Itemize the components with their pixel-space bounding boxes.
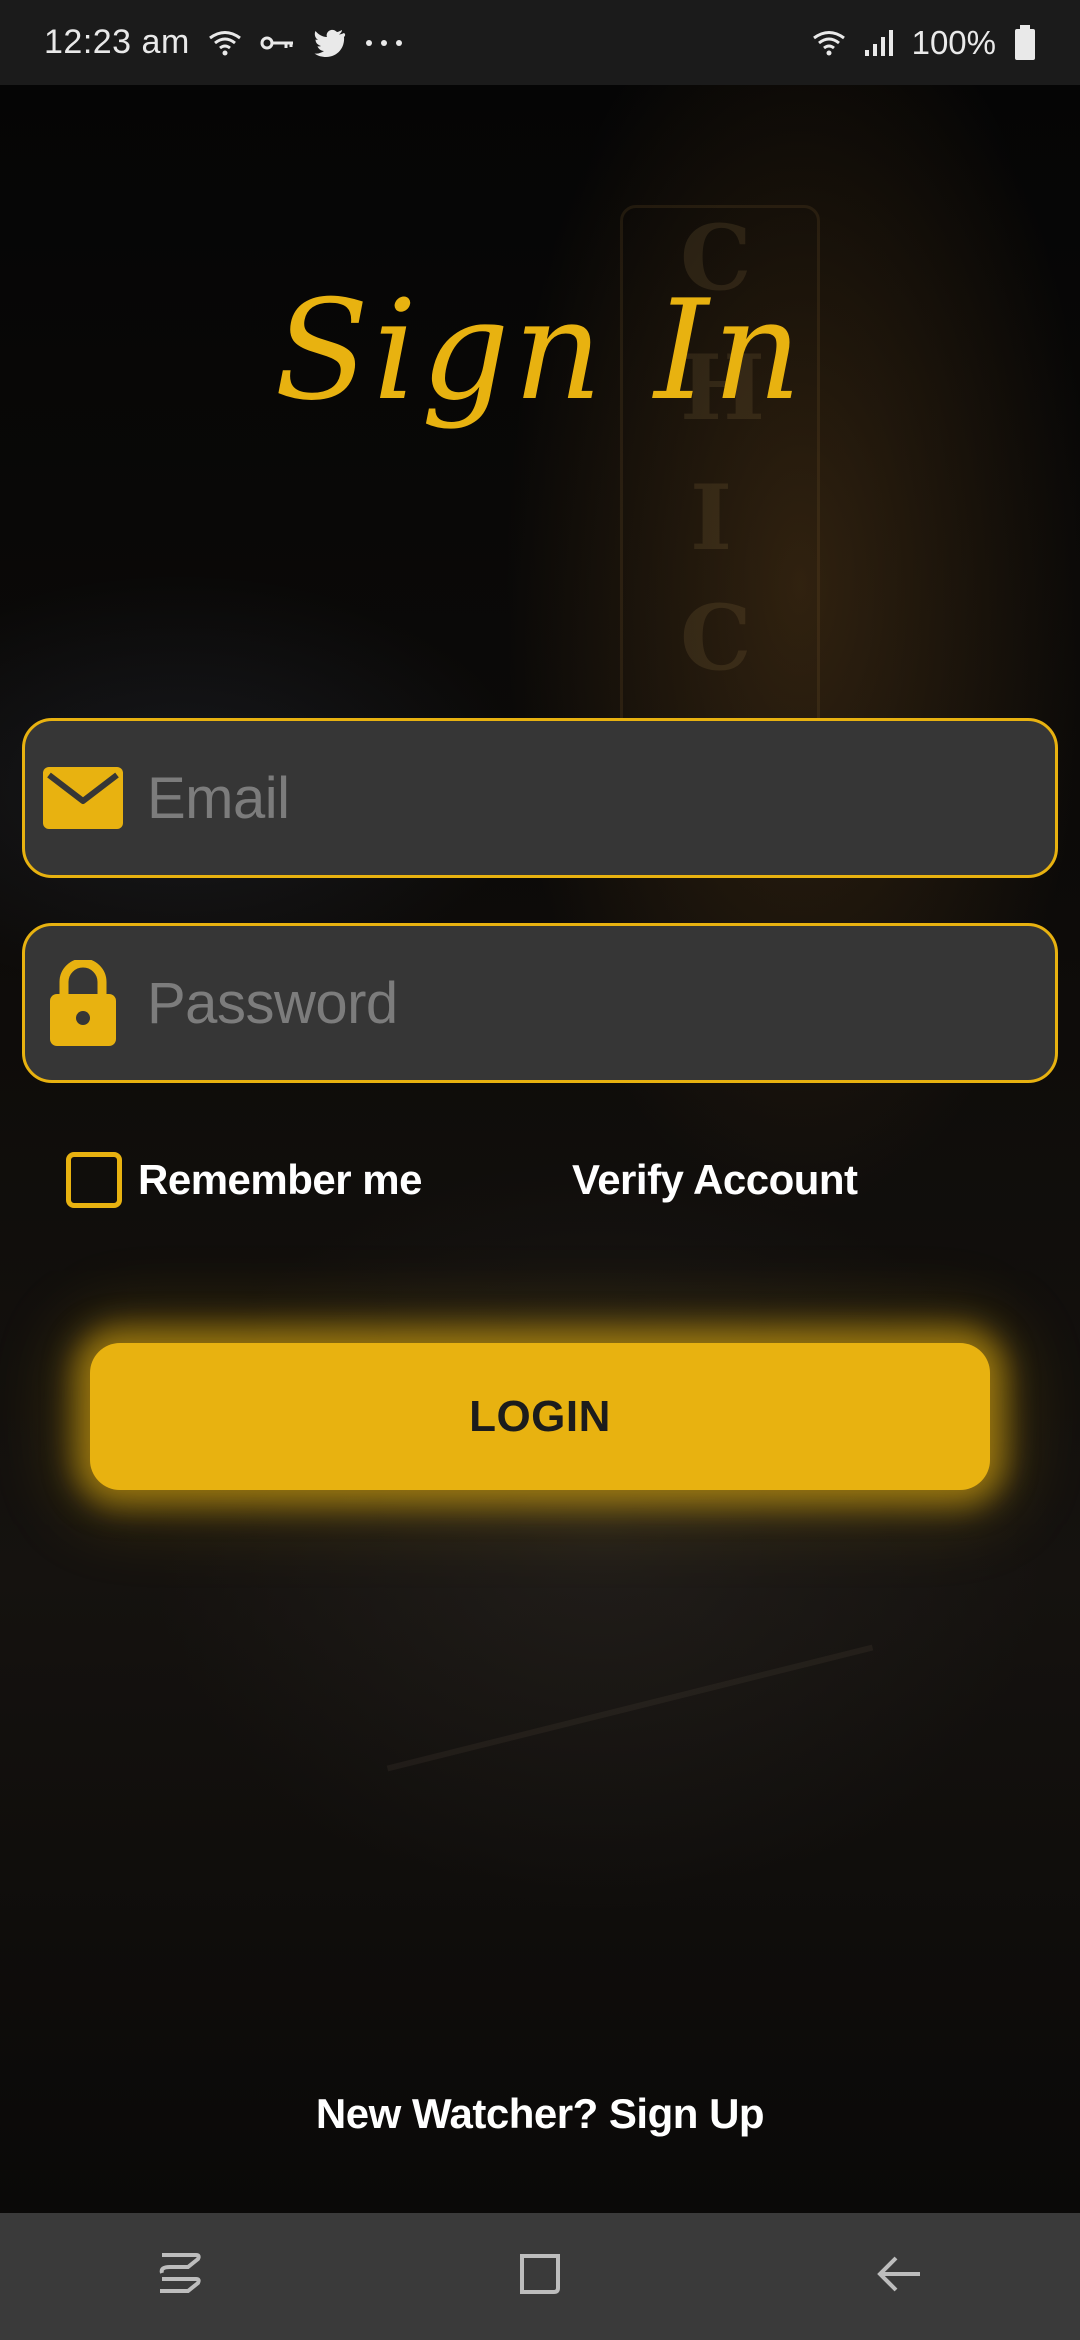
remember-me[interactable]: Remember me [66,1150,422,1210]
password-field[interactable] [22,923,1058,1083]
remember-me-label: Remember me [138,1156,422,1203]
road-streak [386,1644,874,1772]
status-bar-right: 100% [812,24,1036,62]
marquee-letter: I [690,465,733,571]
login-button[interactable]: LOGIN [90,1343,990,1490]
home-button[interactable] [480,2227,600,2327]
status-time: 12:23 am [44,23,190,61]
wifi-icon [208,29,242,57]
mail-icon [43,758,123,838]
back-button[interactable] [840,2227,960,2327]
email-input[interactable] [147,721,1055,875]
marquee-letter: C [680,585,752,691]
remember-me-checkbox[interactable] [66,1152,122,1208]
back-icon [876,2254,924,2299]
wifi-icon [812,29,846,57]
password-input[interactable] [147,926,1055,1080]
battery-percent: 100% [911,23,996,61]
navigation-bar [0,2213,1080,2340]
page-title: Sign In [274,270,806,431]
more-icon [364,38,404,48]
email-field[interactable] [22,718,1058,878]
sign-in-screen: 12:23 am 100% C H I C Sign In Email Reme… [0,0,1080,2340]
twitter-icon [314,29,346,57]
recents-icon [158,2251,202,2302]
login-button-label: LOGIN [469,1391,611,1441]
key-icon [260,33,296,53]
status-bar: 12:23 am 100% [0,0,1080,85]
recents-button[interactable] [120,2227,240,2327]
home-icon [516,2250,564,2303]
verify-account-link[interactable]: Verify Account [572,1150,858,1210]
lock-icon [43,960,123,1046]
signal-icon [864,28,894,58]
sign-up-link[interactable]: New Watcher? Sign Up [0,2090,1080,2138]
status-bar-left: 12:23 am [44,23,404,62]
battery-icon [1014,24,1036,61]
